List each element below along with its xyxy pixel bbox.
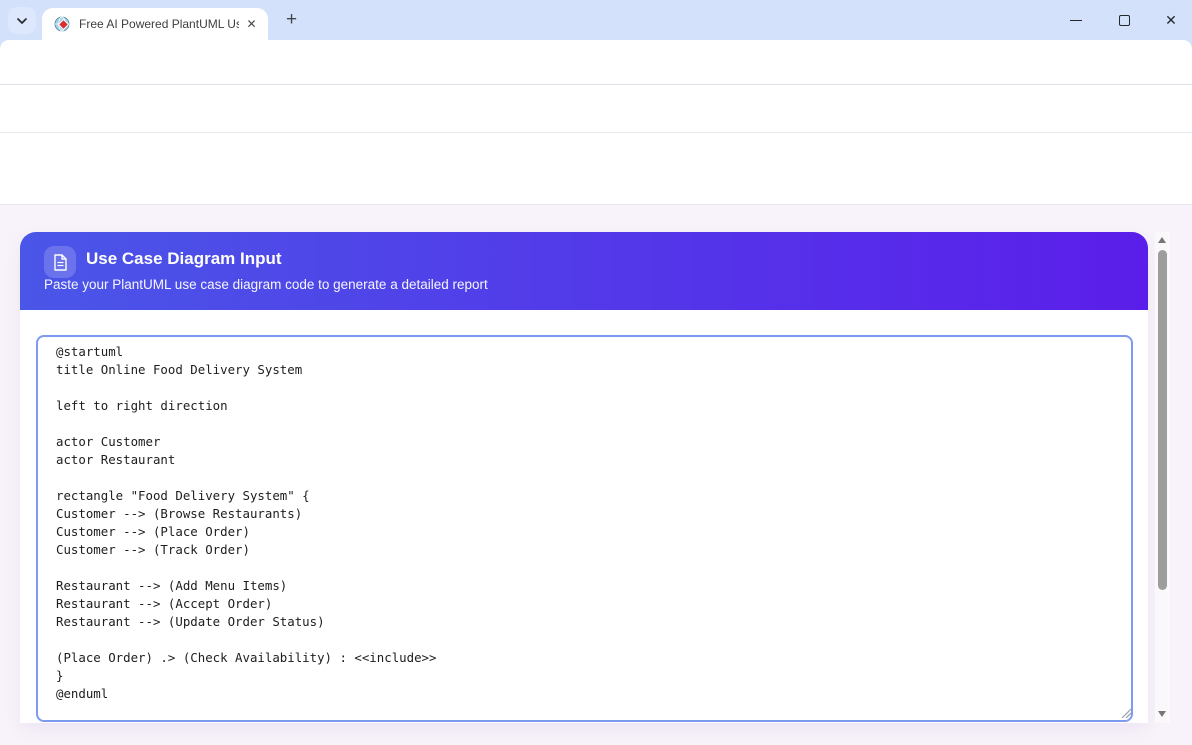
scrollbar-thumb[interactable]	[1158, 250, 1167, 590]
document-icon	[53, 254, 68, 271]
tab-title: Free AI Powered PlantUML Use	[79, 17, 239, 31]
browser-toolbar: ai-toolbox.visual-paradigm.com/app/use-c…	[0, 40, 1192, 85]
resize-handle[interactable]	[1120, 707, 1131, 718]
tab-close-icon[interactable]: ✕	[243, 16, 260, 33]
card-title: Use Case Diagram Input	[86, 249, 282, 269]
card-subtitle: Paste your PlantUML use case diagram cod…	[44, 277, 488, 292]
input-card-header: Use Case Diagram Input Paste your PlantU…	[20, 232, 1148, 310]
scroll-up-icon[interactable]	[1158, 237, 1166, 243]
page-content: Use Case Diagram Input Paste your PlantU…	[0, 205, 1192, 745]
window-maximize-button[interactable]	[1114, 12, 1134, 28]
browser-tab[interactable]: Free AI Powered PlantUML Use ✕	[42, 8, 268, 40]
minimize-icon	[1070, 20, 1082, 21]
input-card: Use Case Diagram Input Paste your PlantU…	[20, 232, 1148, 723]
new-tab-button[interactable]: +	[283, 12, 300, 29]
document-icon-chip	[44, 246, 76, 278]
browser-window: Free AI Powered PlantUML Use ✕ + ✕ ai-to…	[0, 0, 1192, 745]
app-header: Use Case Diagram Report Generator Powere…	[0, 85, 1192, 133]
page-scrollbar[interactable]	[1155, 232, 1170, 723]
window-close-button[interactable]: ✕	[1161, 12, 1181, 28]
plantuml-code-input[interactable]: @startuml title Online Food Delivery Sys…	[36, 335, 1133, 722]
tab-search-button[interactable]	[8, 7, 36, 34]
scroll-down-icon[interactable]	[1158, 711, 1166, 717]
window-minimize-button[interactable]	[1066, 12, 1086, 28]
chevron-down-icon	[16, 15, 28, 27]
maximize-icon	[1119, 15, 1130, 26]
tab-favicon-icon	[54, 16, 71, 33]
stepper: 1 2 Use Case Diagram Input Generated Rep…	[0, 133, 1192, 205]
tab-strip: Free AI Powered PlantUML Use ✕ + ✕	[0, 0, 1192, 40]
